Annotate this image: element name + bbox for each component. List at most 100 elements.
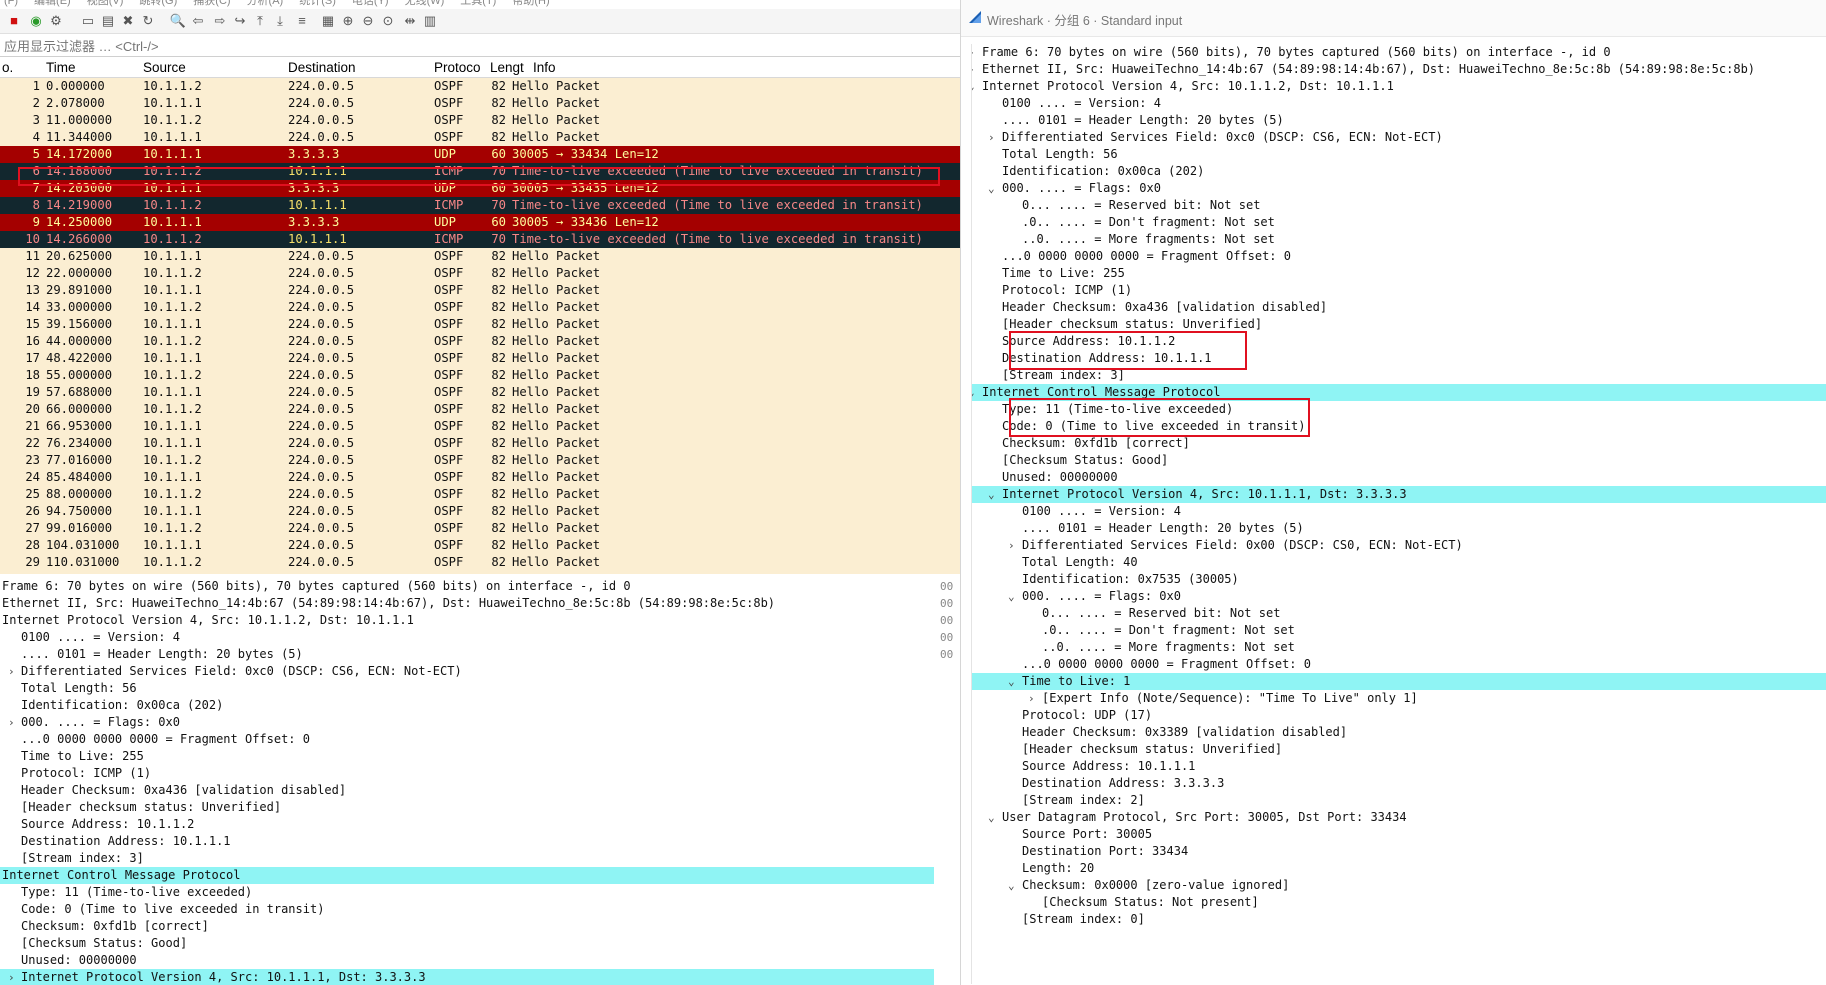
packet-row[interactable]: 8 14.219000 10.1.1.2 10.1.1.1 ICMP 70 Time-to-… — [0, 197, 960, 214]
packet-row[interactable]: 26 94.750000 10.1.1.1 224.0.0.5 OSPF 82 Hello … — [0, 503, 960, 520]
collapse-arrow-icon[interactable]: ⌄ — [988, 486, 995, 503]
packet-row[interactable]: 15 39.156000 10.1.1.1 224.0.0.5 OSPF 82 Hello … — [0, 316, 960, 333]
packet-row[interactable]: 29 110.031000 10.1.1.2 224.0.0.5 OSPF 82 Hello… — [0, 554, 960, 571]
expand-arrow-icon[interactable]: › — [972, 44, 975, 61]
tree-line[interactable]: ⌄ 000. .... = Flags: 0x0 — [972, 180, 1826, 197]
find-packet-icon[interactable]: 🔍 — [170, 13, 186, 29]
detail-line[interactable]: Internet Protocol Version 4, Src: 10.1.1… — [0, 612, 934, 629]
menu-item[interactable]: 帮助(H) — [512, 0, 549, 8]
detail-line[interactable]: Frame 6: 70 bytes on wire (560 bits), 70… — [0, 578, 934, 595]
tree-line[interactable]: [Header checksum status: Unverified] — [972, 741, 1826, 758]
tree-line[interactable]: ⌄ Internet Protocol Version 4, Src: 10.1.… — [972, 486, 1826, 503]
tree-line[interactable]: ⌄ Checksum: 0x0000 [zero-value ignored] — [972, 877, 1826, 894]
packet-row[interactable]: 11 20.625000 10.1.1.1 224.0.0.5 OSPF 82 Hello … — [0, 248, 960, 265]
detail-line[interactable]: [Stream index: 3] — [0, 850, 934, 867]
tree-line[interactable]: ⌄ 000. .... = Flags: 0x0 — [972, 588, 1826, 605]
expand-arrow-icon[interactable]: › — [972, 61, 975, 78]
packet-row[interactable]: 22 76.234000 10.1.1.1 224.0.0.5 OSPF 82 Hello … — [0, 435, 960, 452]
tree-line[interactable]: ...0 0000 0000 0000 = Fragment Offset: 0 — [972, 248, 1826, 265]
layout-icon[interactable]: ▥ — [422, 13, 438, 29]
menu-item[interactable]: 统计(S) — [299, 0, 336, 8]
go-to-packet-icon[interactable]: ↪ — [232, 13, 248, 29]
packet-row[interactable]: 25 88.000000 10.1.1.2 224.0.0.5 OSPF 82 Hello … — [0, 486, 960, 503]
tree-line[interactable]: › Differentiated Services Field: 0xc0 (DS… — [972, 129, 1826, 146]
tree-line[interactable]: › Differentiated Services Field: 0x00 (DS… — [972, 537, 1826, 554]
packet-row[interactable]: 1 0.000000 10.1.1.2 224.0.0.5 OSPF 82 Hello Pa… — [0, 78, 960, 95]
detail-line[interactable]: Unused: 00000000 — [0, 952, 934, 969]
tree-line[interactable]: Destination Address: 3.3.3.3 — [972, 775, 1826, 792]
stop-capture-icon[interactable]: ■ — [6, 13, 22, 29]
expand-arrow-icon[interactable]: › — [1028, 690, 1035, 707]
window-packet-details-tree[interactable]: › Frame 6: 70 bytes on wire (560 bits), 7… — [971, 44, 1826, 984]
tree-line[interactable]: Identification: 0x00ca (202) — [972, 163, 1826, 180]
menu-item[interactable]: (F) — [4, 0, 18, 7]
tree-line[interactable]: Checksum: 0xfd1b [correct] — [972, 435, 1826, 452]
detail-line[interactable]: [Checksum Status: Good] — [0, 935, 934, 952]
packet-row[interactable]: 18 55.000000 10.1.1.2 224.0.0.5 OSPF 82 Hello … — [0, 367, 960, 384]
open-file-icon[interactable]: ▭ — [80, 13, 96, 29]
packet-row[interactable]: 2 2.078000 10.1.1.1 224.0.0.5 OSPF 82 Hello Pa… — [0, 95, 960, 112]
tree-line[interactable]: Protocol: UDP (17) — [972, 707, 1826, 724]
tree-line[interactable]: Destination Port: 33434 — [972, 843, 1826, 860]
tree-line[interactable]: Identification: 0x7535 (30005) — [972, 571, 1826, 588]
tree-line[interactable]: Protocol: ICMP (1) — [972, 282, 1826, 299]
collapse-arrow-icon[interactable]: ⌄ — [988, 809, 995, 826]
packet-row[interactable]: 27 99.016000 10.1.1.2 224.0.0.5 OSPF 82 Hello … — [0, 520, 960, 537]
detail-line[interactable]: Total Length: 56 — [0, 680, 934, 697]
display-filter-input[interactable] — [2, 37, 606, 55]
tree-line[interactable]: Header Checksum: 0xa436 [validation disa… — [972, 299, 1826, 316]
tree-line[interactable]: Total Length: 40 — [972, 554, 1826, 571]
tree-line[interactable]: 0... .... = Reserved bit: Not set — [972, 197, 1826, 214]
collapse-arrow-icon[interactable]: ⌄ — [1008, 673, 1015, 690]
column-header[interactable]: Source — [143, 60, 186, 75]
detail-line[interactable]: .... 0101 = Header Length: 20 bytes (5) — [0, 646, 934, 663]
detail-line[interactable]: Source Address: 10.1.1.2 — [0, 816, 934, 833]
column-header[interactable]: Protoco — [434, 60, 481, 75]
menu-item[interactable]: 分析(A) — [247, 0, 284, 8]
detail-line[interactable]: Type: 11 (Time-to-live exceeded) — [0, 884, 934, 901]
packet-row[interactable]: 24 85.484000 10.1.1.1 224.0.0.5 OSPF 82 Hello … — [0, 469, 960, 486]
tree-line[interactable]: ...0 0000 0000 0000 = Fragment Offset: 0 — [972, 656, 1826, 673]
packet-row[interactable]: 3 11.000000 10.1.1.2 224.0.0.5 OSPF 82 Hello P… — [0, 112, 960, 129]
detail-line[interactable]: 0100 .... = Version: 4 — [0, 629, 934, 646]
packet-row[interactable]: 5 14.172000 10.1.1.1 3.3.3.3 UDP 60 30005 → 33… — [0, 146, 960, 163]
go-last-icon[interactable]: ⤓ — [272, 13, 288, 29]
reload-file-icon[interactable]: ↻ — [140, 13, 156, 29]
column-header[interactable]: Time — [46, 60, 76, 75]
column-header[interactable]: Destination — [288, 60, 356, 75]
detail-line[interactable]: Time to Live: 255 — [0, 748, 934, 765]
menu-item[interactable]: 无线(W) — [405, 0, 445, 8]
tree-line[interactable]: Unused: 00000000 — [972, 469, 1826, 486]
packet-row[interactable]: 19 57.688000 10.1.1.1 224.0.0.5 OSPF 82 Hello … — [0, 384, 960, 401]
collapse-arrow-icon[interactable]: ⌄ — [972, 78, 975, 95]
tree-line[interactable]: › Frame 6: 70 bytes on wire (560 bits), 7… — [972, 44, 1826, 61]
tree-line[interactable]: › [Expert Info (Note/Sequence): "Time To … — [972, 690, 1826, 707]
packet-row[interactable]: 14 33.000000 10.1.1.2 224.0.0.5 OSPF 82 Hello … — [0, 299, 960, 316]
collapse-arrow-icon[interactable]: ⌄ — [988, 180, 995, 197]
packet-row[interactable]: 9 14.250000 10.1.1.1 3.3.3.3 UDP 60 30005 → 33… — [0, 214, 960, 231]
column-header[interactable]: Info — [533, 60, 556, 75]
tree-line[interactable]: ⌄ Time to Live: 1 — [972, 673, 1826, 690]
zoom-out-icon[interactable]: ⊖ — [360, 13, 376, 29]
go-forward-icon[interactable]: ⇨ — [212, 13, 228, 29]
packet-row[interactable]: 16 44.000000 10.1.1.2 224.0.0.5 OSPF 82 Hello … — [0, 333, 960, 350]
tree-line[interactable]: › Ethernet II, Src: HuaweiTechno_14:4b:67… — [972, 61, 1826, 78]
detail-line[interactable]: Internet Control Message Protocol — [0, 867, 934, 884]
detail-line[interactable]: › 000. .... = Flags: 0x0 — [0, 714, 934, 731]
detail-line[interactable]: Protocol: ICMP (1) — [0, 765, 934, 782]
tree-line[interactable]: ⌄ User Datagram Protocol, Src Port: 30005… — [972, 809, 1826, 826]
menu-item[interactable]: 捕获(C) — [193, 0, 230, 8]
colorize-icon[interactable]: ▦ — [320, 13, 336, 29]
detail-line[interactable]: Code: 0 (Time to live exceeded in transi… — [0, 901, 934, 918]
tree-line[interactable]: [Checksum Status: Good] — [972, 452, 1826, 469]
tree-line[interactable]: 0... .... = Reserved bit: Not set — [972, 605, 1826, 622]
column-header[interactable]: o. — [2, 60, 13, 75]
packet-row[interactable]: 21 66.953000 10.1.1.1 224.0.0.5 OSPF 82 Hello … — [0, 418, 960, 435]
tree-line[interactable]: 0100 .... = Version: 4 — [972, 95, 1826, 112]
column-header[interactable]: Lengt — [490, 60, 524, 75]
resize-columns-icon[interactable]: ⇹ — [402, 13, 418, 29]
expand-arrow-icon[interactable]: › — [1008, 537, 1015, 554]
tree-line[interactable]: [Stream index: 2] — [972, 792, 1826, 809]
tree-line[interactable]: Header Checksum: 0x3389 [validation disa… — [972, 724, 1826, 741]
packet-row[interactable]: 4 11.344000 10.1.1.1 224.0.0.5 OSPF 82 Hello P… — [0, 129, 960, 146]
